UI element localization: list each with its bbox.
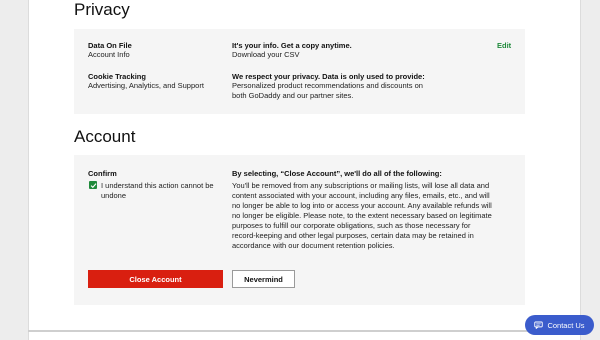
contact-us-button[interactable]: Contact Us [525, 315, 594, 335]
warning-line: accordance with our document retention p… [232, 241, 395, 250]
divider [28, 330, 581, 332]
data-on-file-sublabel: Account Info [88, 50, 130, 59]
data-on-file-heading: It's your info. Get a copy anytime. [232, 41, 352, 50]
confirm-checkbox[interactable] [89, 181, 97, 189]
edit-link[interactable]: Edit [497, 41, 511, 50]
cookie-tracking-body-line2: both GoDaddy and our partner sites. [232, 91, 354, 100]
warning-line: record-keeping and other legal purposes,… [232, 231, 474, 240]
confirm-checkbox-label-line2: undone [101, 191, 127, 200]
download-csv-link[interactable]: Download your CSV [232, 50, 300, 60]
close-account-button[interactable]: Close Account [88, 270, 223, 288]
warning-line: You'll be removed from any subscriptions… [232, 181, 490, 190]
warning-line: purposes to fulfill our corporate obliga… [232, 221, 471, 230]
cookie-tracking-heading: We respect your privacy. Data is only us… [232, 72, 425, 81]
cookie-tracking-body-line1: Personalized product recommendations and… [232, 81, 423, 90]
privacy-section-title: Privacy [74, 0, 130, 19]
warning-line: content associated with your account, in… [232, 191, 490, 200]
chat-icon [534, 321, 544, 329]
warning-heading: By selecting, “Close Account”, we'll do … [232, 169, 442, 178]
checkmark-icon [90, 182, 96, 188]
confirm-checkbox-label-line1: I understand this action cannot be [101, 181, 214, 190]
confirm-label: Confirm [88, 169, 117, 178]
cookie-tracking-label: Cookie Tracking [88, 72, 146, 81]
nevermind-button[interactable]: Nevermind [232, 270, 295, 288]
data-on-file-label: Data On File [88, 41, 132, 50]
cookie-tracking-sublabel: Advertising, Analytics, and Support [88, 81, 204, 90]
account-section-title: Account [74, 127, 136, 146]
contact-us-label: Contact Us [547, 320, 585, 330]
warning-line: no longer be able to log into or access … [232, 201, 492, 210]
warning-line: no longer be eligible. Please note, to t… [232, 211, 492, 220]
